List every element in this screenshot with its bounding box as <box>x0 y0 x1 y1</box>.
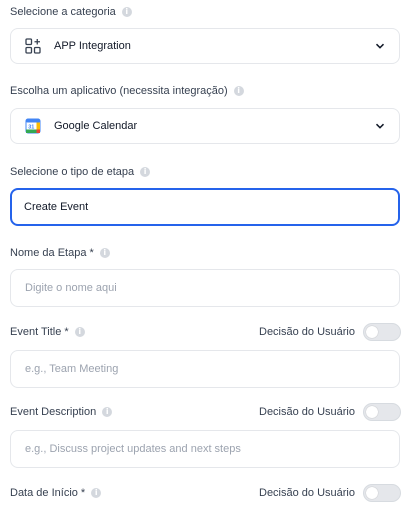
event-description-label: Event Description <box>10 406 97 418</box>
chevron-down-icon <box>375 43 385 49</box>
step-name-input[interactable]: Digite o nome aqui <box>10 269 400 307</box>
event-title-placeholder: e.g., Team Meeting <box>25 363 119 375</box>
start-date-decision-toggle[interactable] <box>363 484 401 502</box>
category-select[interactable]: APP Integration <box>10 28 400 64</box>
step-name-label-wrap: Nome da Etapa * i <box>10 247 110 259</box>
info-icon[interactable]: i <box>140 167 151 177</box>
event-title-label: Event Title * <box>10 326 69 338</box>
app-integration-icon <box>25 38 41 54</box>
event-description-input[interactable]: e.g., Discuss project updates and next s… <box>10 430 400 468</box>
event-title-label-row: Event Title * i Decisão do Usuário <box>10 322 401 342</box>
step-type-input[interactable]: Create Event <box>10 188 400 226</box>
info-icon[interactable]: i <box>233 86 244 96</box>
decision-label: Decisão do Usuário <box>259 487 355 499</box>
event-description-decision-toggle[interactable] <box>363 403 401 421</box>
start-date-label-row: Data de Início * i Decisão do Usuário <box>10 483 401 503</box>
event-title-decision: Decisão do Usuário <box>259 323 401 341</box>
event-title-input[interactable]: e.g., Team Meeting <box>10 350 400 388</box>
info-icon[interactable]: i <box>102 407 113 417</box>
google-calendar-icon: 31 <box>25 118 41 134</box>
chevron-down-icon <box>375 123 385 129</box>
step-name-placeholder: Digite o nome aqui <box>25 282 117 294</box>
app-label-wrap: Escolha um aplicativo (necessita integra… <box>10 85 244 97</box>
decision-label: Decisão do Usuário <box>259 406 355 418</box>
step-type-value: Create Event <box>24 201 89 213</box>
info-icon[interactable]: i <box>91 488 102 498</box>
toggle-knob <box>366 487 378 499</box>
app-label-row: Escolha um aplicativo (necessita integra… <box>10 83 401 99</box>
info-icon[interactable]: i <box>74 327 85 337</box>
category-label-wrap: Selecione a categoria i <box>10 6 132 18</box>
info-icon[interactable]: i <box>121 7 132 17</box>
info-icon[interactable]: i <box>99 248 110 258</box>
event-description-decision: Decisão do Usuário <box>259 403 401 421</box>
start-date-decision: Decisão do Usuário <box>259 484 401 502</box>
category-value: APP Integration <box>54 40 131 52</box>
app-label: Escolha um aplicativo (necessita integra… <box>10 85 228 97</box>
step-type-label-row: Selecione o tipo de etapa i <box>10 164 401 180</box>
event-title-label-wrap: Event Title * i <box>10 326 85 338</box>
category-label-row: Selecione a categoria i <box>10 4 401 20</box>
start-date-label: Data de Início * <box>10 487 86 499</box>
toggle-knob <box>366 326 378 338</box>
step-name-label-row: Nome da Etapa * i <box>10 245 401 261</box>
decision-label: Decisão do Usuário <box>259 326 355 338</box>
step-type-label: Selecione o tipo de etapa <box>10 166 135 178</box>
step-name-label: Nome da Etapa * <box>10 247 94 259</box>
calendar-day-text: 31 <box>28 125 34 131</box>
event-description-label-row: Event Description i Decisão do Usuário <box>10 402 401 422</box>
start-date-label-wrap: Data de Início * i <box>10 487 102 499</box>
event-description-label-wrap: Event Description i <box>10 406 113 418</box>
category-label: Selecione a categoria <box>10 6 116 18</box>
app-select[interactable]: 31 Google Calendar <box>10 108 400 144</box>
event-title-decision-toggle[interactable] <box>363 323 401 341</box>
step-type-label-wrap: Selecione o tipo de etapa i <box>10 166 151 178</box>
app-value: Google Calendar <box>54 120 138 132</box>
event-description-placeholder: e.g., Discuss project updates and next s… <box>25 443 241 455</box>
toggle-knob <box>366 406 378 418</box>
